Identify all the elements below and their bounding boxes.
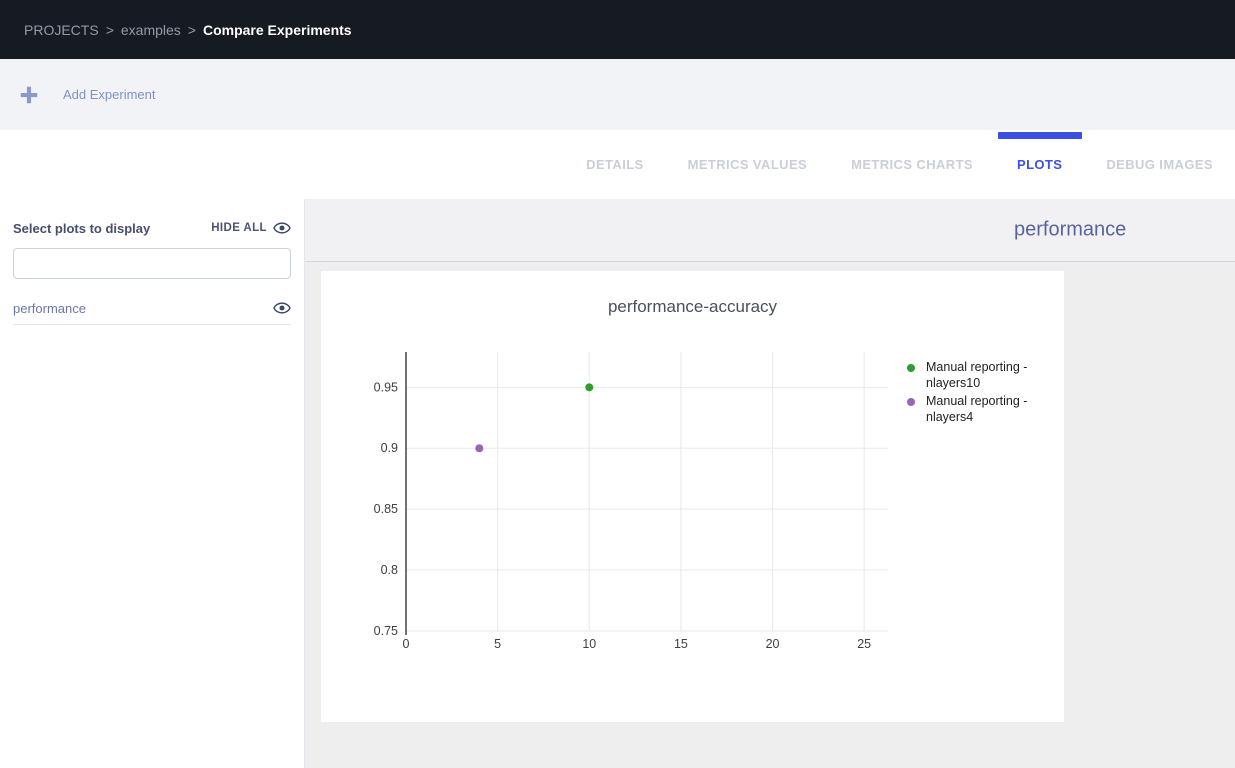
svg-text:0.9: 0.9 [381,441,398,455]
plot-search-input[interactable] [13,248,291,279]
select-plots-title: Select plots to display [13,221,150,236]
legend-label: Manual reporting - nlayers10 [926,359,1048,391]
plus-icon [18,84,40,106]
tab-metrics-charts[interactable]: METRICS CHARTS [851,130,973,199]
plot-list-item-performance[interactable]: performance [13,298,291,325]
breadcrumb-separator: > [106,22,114,38]
svg-text:0.95: 0.95 [374,380,398,394]
eye-icon [273,219,291,237]
metric-section-title: performance [1014,219,1126,242]
add-experiment-button[interactable]: Add Experiment [18,84,156,106]
tab-details[interactable]: DETAILS [586,130,643,199]
tab-bar: DETAILS METRICS VALUES METRICS CHARTS PL… [0,130,1235,199]
plots-sidebar: Select plots to display HIDE ALL perform… [0,199,305,768]
eye-icon[interactable] [273,299,291,317]
svg-text:20: 20 [766,637,780,651]
tab-metrics-values[interactable]: METRICS VALUES [688,130,807,199]
svg-text:0.8: 0.8 [381,563,398,577]
breadcrumb-examples[interactable]: examples [121,22,181,38]
chart-card: 0.75 0.8 0.85 0.9 0.95 0 5 10 15 20 25 performance… [321,271,1064,722]
plot-canvas[interactable]: 0.75 0.8 0.85 0.9 0.95 0 5 10 15 20 25 [321,271,1064,722]
svg-text:15: 15 [674,637,688,651]
metric-section-header: performance [305,199,1235,262]
svg-text:0.75: 0.75 [374,624,398,638]
active-tab-indicator [998,132,1082,139]
svg-text:0: 0 [403,637,410,651]
plots-main-area: performance 0.75 0.8 0.85 0.9 0.95 0 5 10 15 20 25… [305,199,1235,768]
legend-marker-icon [907,364,915,372]
add-experiment-toolbar: Add Experiment [0,59,1235,130]
svg-text:10: 10 [582,637,596,651]
hide-all-label: HIDE ALL [211,222,267,234]
svg-text:5: 5 [494,637,501,651]
breadcrumb-separator: > [188,22,196,38]
add-experiment-label: Add Experiment [63,87,156,102]
content-area: Select plots to display HIDE ALL perform… [0,199,1235,768]
legend-entry[interactable]: Manual reporting - nlayers10 [907,359,1048,391]
breadcrumb-current-page: Compare Experiments [203,22,352,38]
svg-text:0.85: 0.85 [374,502,398,516]
plot-item-label: performance [13,301,86,316]
chart-legend: Manual reporting - nlayers10Manual repor… [907,359,1048,425]
svg-text:25: 25 [857,637,871,651]
breadcrumb-projects[interactable]: PROJECTS [24,22,99,38]
tab-debug-images[interactable]: DEBUG IMAGES [1106,130,1213,199]
legend-label: Manual reporting - nlayers4 [926,393,1048,425]
hide-all-button[interactable]: HIDE ALL [211,219,291,237]
legend-marker-icon [907,398,915,406]
tab-plots[interactable]: PLOTS [1017,130,1062,199]
top-header-bar: PROJECTS > examples > Compare Experiment… [0,0,1235,59]
plots-sidebar-header: Select plots to display HIDE ALL [13,219,291,237]
breadcrumb: PROJECTS > examples > Compare Experiment… [24,22,352,38]
chart-title: performance-accuracy [321,297,1064,317]
legend-entry[interactable]: Manual reporting - nlayers4 [907,393,1048,425]
